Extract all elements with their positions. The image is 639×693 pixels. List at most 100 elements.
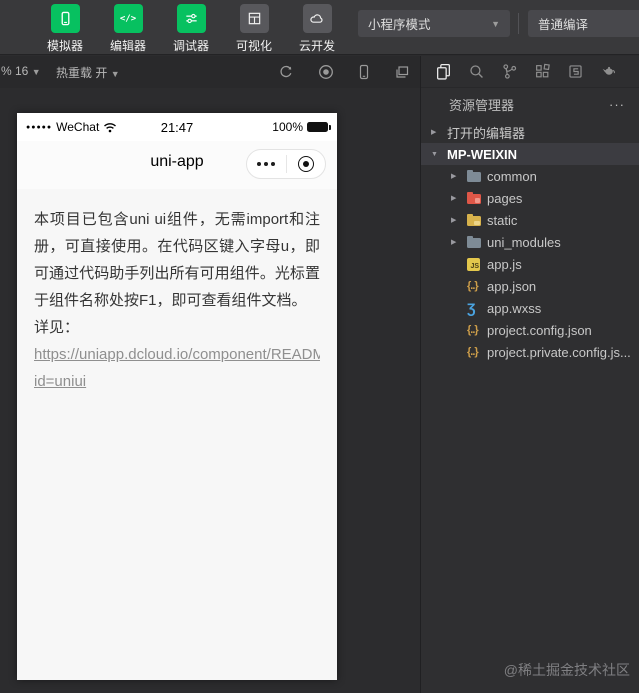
hot-reload-dropdown[interactable]: 热重载 开 ▼ [56, 64, 120, 81]
tree-item-static[interactable]: ▶ static [421, 209, 639, 231]
chevron-down-icon: ▼ [31, 67, 41, 77]
folder-icon [467, 169, 481, 182]
docs-link-line1[interactable]: https://uniapp.dcloud.io/component/READM [34, 341, 320, 368]
phone-nav-bar: uni-app [17, 141, 337, 189]
carrier-label: WeChat [56, 120, 100, 134]
mode-dropdown-label: 小程序模式 [368, 18, 431, 32]
simulator-phone-icon [50, 4, 80, 33]
tree-item-label: pages [487, 190, 523, 206]
tree-item-app-json[interactable]: {..} app.json [421, 275, 639, 297]
tree-item-label: common [487, 168, 537, 184]
visualization-label: 可视化 [235, 39, 272, 53]
sliders-icon [176, 4, 206, 33]
cloud-icon [302, 4, 332, 33]
zoom-dropdown[interactable]: % 16 ▼ [1, 64, 41, 78]
tree-item-uni-modules[interactable]: ▶ uni_modules [421, 231, 639, 253]
clock-label: 21:47 [160, 119, 194, 135]
simulator-toolbar: % 16 ▼ 热重载 开 ▼ [0, 56, 420, 88]
phone-status-bar: ●●●●● WeChat 21:47 100% [17, 113, 337, 141]
cloud-dev-button[interactable]: 云开发 [294, 4, 340, 54]
phone-simulator: ●●●●● WeChat 21:47 100% uni-app 本项目已包含un… [17, 113, 337, 680]
editor-panel: 资源管理器 ··· ▶ 打开的编辑器 ▼ MP-WEIXIN ▶ common … [420, 56, 639, 693]
more-menu-button[interactable] [247, 150, 286, 178]
activity-bar [421, 56, 639, 88]
file-tree: ▶ 打开的编辑器 ▼ MP-WEIXIN ▶ common ▶ pages ▶ … [421, 121, 639, 363]
tree-item-mp-weixin[interactable]: ▼ MP-WEIXIN [421, 143, 639, 165]
more-actions-button[interactable]: ··· [609, 97, 625, 112]
capsule-menu [246, 149, 326, 179]
explorer-header: 资源管理器 ··· [421, 88, 639, 121]
json-file-icon: {..} [467, 346, 479, 358]
tree-item-label: project.private.config.js... [487, 344, 631, 360]
debugger-label: 调试器 [172, 39, 209, 53]
debugger-button[interactable]: 调试器 [168, 4, 214, 54]
chevron-right-icon: ▶ [451, 217, 457, 224]
wifi-icon [103, 122, 117, 133]
chevron-right-icon: ▶ [451, 195, 457, 202]
top-toolbar: 模拟器 </> 编辑器 调试器 可视化 云开发 小程序模式 ▼ 普通编译 [0, 0, 639, 55]
ellipsis-icon [257, 162, 276, 166]
hot-reload-label: 热重载 开 [56, 66, 108, 80]
cloud-dev-label: 云开发 [298, 39, 335, 53]
phone-icon[interactable] [354, 62, 374, 82]
files-icon[interactable] [434, 63, 452, 81]
phone-page-content: 本项目已包含uni ui组件，无需import和注册，可直接使用。在代码区键入字… [17, 189, 337, 395]
tree-item-label: app.js [487, 256, 522, 272]
simulator-label: 模拟器 [46, 39, 83, 53]
target-circle-icon [297, 156, 314, 172]
tree-item-project-private-config[interactable]: {..} project.private.config.js... [421, 341, 639, 363]
tree-item-open-editors[interactable]: ▶ 打开的编辑器 [421, 121, 639, 143]
source-control-icon[interactable] [500, 63, 518, 81]
layout-icon [239, 4, 269, 33]
simulator-button[interactable]: 模拟器 [42, 4, 88, 54]
explorer-title: 资源管理器 [449, 98, 515, 113]
tree-item-label: 打开的编辑器 [447, 125, 526, 141]
compile-dropdown-label: 普通编译 [538, 18, 589, 32]
visualization-button[interactable]: 可视化 [231, 4, 277, 54]
tree-item-label: project.config.json [487, 322, 592, 338]
toolbar-button-group: 模拟器 </> 编辑器 调试器 可视化 云开发 [42, 4, 340, 54]
tree-item-label: app.wxss [487, 300, 542, 316]
wxss-file-icon: Ʒ [467, 300, 476, 316]
tree-item-label: uni_modules [487, 234, 561, 250]
tree-item-project-config[interactable]: {..} project.config.json [421, 319, 639, 341]
battery-icon [307, 122, 331, 132]
search-icon[interactable] [467, 63, 485, 81]
editor-label: 编辑器 [109, 39, 146, 53]
record-stop-icon[interactable] [316, 62, 336, 82]
zoom-label: % 16 [1, 64, 29, 78]
tree-item-label: app.json [487, 278, 537, 294]
docs-link-line2[interactable]: id=uniui [34, 368, 320, 395]
js-file-icon: JS [467, 257, 480, 271]
extensions-icon[interactable] [533, 63, 551, 81]
watermark: @稀土掘金技术社区 [503, 662, 630, 678]
signal-dots-icon: ●●●●● [26, 123, 53, 131]
teapot-icon[interactable] [599, 63, 617, 81]
folder-icon [467, 191, 481, 204]
editor-button[interactable]: </> 编辑器 [105, 4, 151, 54]
tree-item-common[interactable]: ▶ common [421, 165, 639, 187]
folder-icon [467, 235, 481, 248]
json-file-icon: {..} [467, 280, 479, 292]
intro-paragraph: 本项目已包含uni ui组件，无需import和注册，可直接使用。在代码区键入字… [34, 211, 320, 309]
json-file-icon: {..} [467, 324, 479, 336]
refresh-icon[interactable] [276, 62, 296, 82]
chevron-right-icon: ▶ [431, 129, 437, 136]
chevron-right-icon: ▶ [451, 239, 457, 246]
see-also-label: 详见： [34, 319, 80, 336]
tree-item-label: static [487, 212, 518, 228]
snippets-icon[interactable] [566, 63, 584, 81]
chevron-right-icon: ▶ [451, 173, 457, 180]
code-icon: </> [113, 4, 143, 33]
windows-icon[interactable] [392, 62, 412, 82]
tree-item-app-js[interactable]: JS app.js [421, 253, 639, 275]
tree-item-label: MP-WEIXIN [447, 146, 518, 162]
chevron-down-icon: ▼ [491, 18, 500, 29]
close-minimize-button[interactable] [287, 150, 326, 178]
compile-dropdown[interactable]: 普通编译 [528, 10, 639, 37]
tree-item-pages[interactable]: ▶ pages [421, 187, 639, 209]
wechat-devtools-window: 模拟器 </> 编辑器 调试器 可视化 云开发 小程序模式 ▼ 普通编译 % 1… [0, 0, 639, 693]
mode-dropdown[interactable]: 小程序模式 ▼ [358, 10, 510, 37]
battery-percent: 100% [272, 120, 303, 134]
tree-item-app-wxss[interactable]: Ʒ app.wxss [421, 297, 639, 319]
